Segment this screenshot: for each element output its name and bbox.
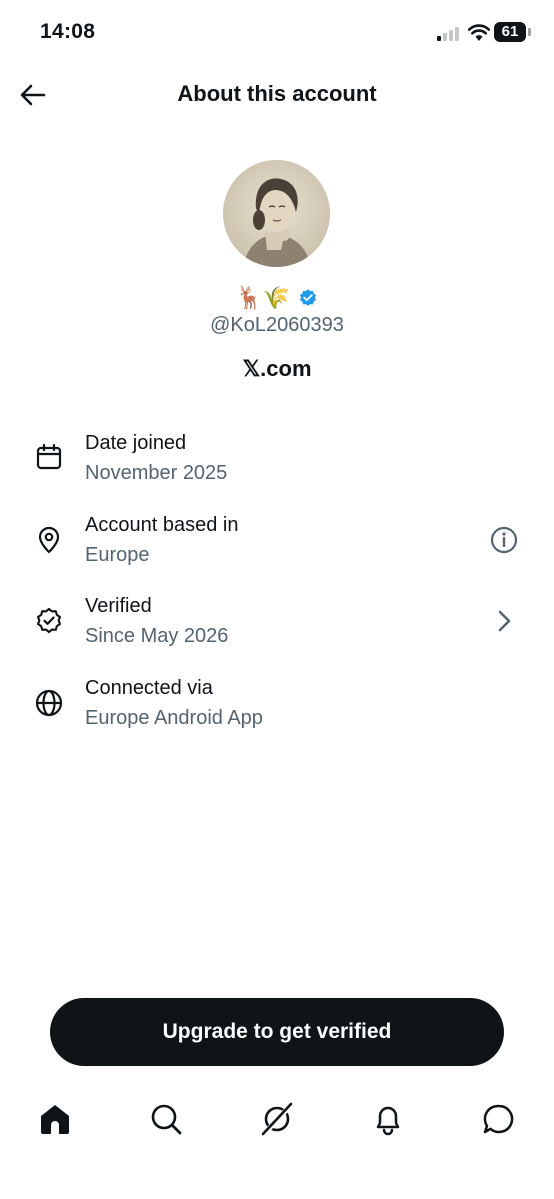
avatar-portrait-image (223, 160, 330, 267)
battery-tip (528, 28, 531, 36)
grok-icon[interactable] (259, 1101, 295, 1137)
verified-check-icon (36, 607, 62, 634)
date-joined-label: Date joined (85, 432, 187, 454)
info-row-account-based-in: Account based in Europe (0, 510, 554, 590)
connected-via-label: Connected via (85, 677, 213, 699)
date-joined-value: November 2025 (85, 462, 228, 484)
home-icon[interactable] (37, 1101, 73, 1137)
info-row-connected-via: Connected via Europe Android App (0, 673, 554, 753)
info-icon[interactable] (489, 525, 519, 555)
display-name-emoji: 🦌🌾 (235, 285, 291, 310)
account-based-in-label: Account based in (85, 514, 239, 536)
page-title: About this account (177, 81, 377, 106)
info-row-verified[interactable]: Verified Since May 2026 (0, 591, 554, 671)
notifications-bell-icon[interactable] (370, 1101, 406, 1137)
user-handle: @KoL2060393 (210, 314, 344, 336)
info-row-date-joined: Date joined November 2025 (0, 428, 554, 508)
messages-icon[interactable] (481, 1101, 517, 1137)
battery-level: 61 (494, 22, 526, 42)
calendar-icon (36, 443, 62, 470)
account-based-in-value: Europe (85, 544, 150, 566)
verified-label: Verified (85, 595, 152, 617)
status-time: 14:08 (40, 20, 96, 43)
status-bar: 14:08 61 (0, 0, 554, 66)
search-icon[interactable] (148, 1101, 184, 1137)
verified-badge-icon (300, 289, 317, 306)
location-pin-icon (38, 526, 60, 554)
globe-icon (35, 689, 63, 717)
avatar[interactable] (223, 160, 330, 267)
upgrade-verified-button[interactable]: Upgrade to get verified (50, 998, 504, 1066)
cellular-signal-icon (437, 25, 461, 41)
verified-value: Since May 2026 (85, 625, 229, 647)
connected-via-value: Europe Android App (85, 707, 263, 729)
wifi-icon (468, 24, 490, 41)
chevron-right-icon[interactable] (489, 606, 519, 636)
display-name: 🦌🌾 (0, 284, 554, 312)
platform-name: 𝕏.com (242, 356, 312, 381)
